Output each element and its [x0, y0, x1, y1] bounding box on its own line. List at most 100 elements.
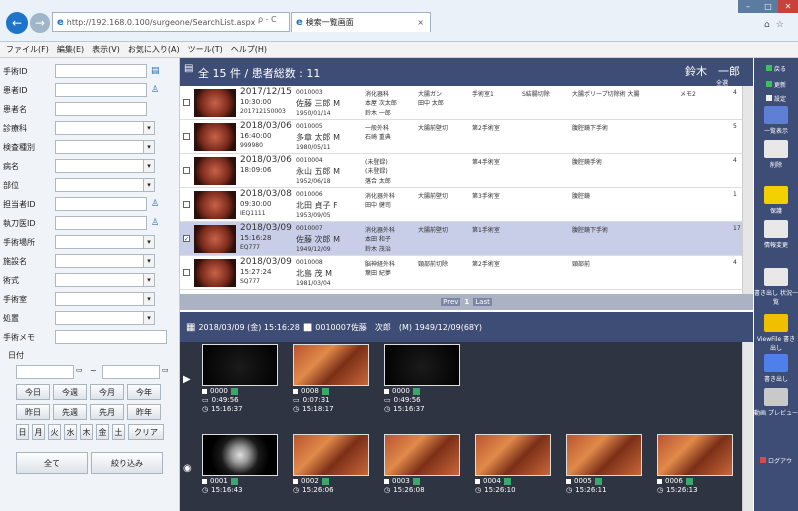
table-row[interactable]: 2018/03/09 15:27:24 SQ777 0010008 北島 茂 M 1981…	[180, 256, 742, 290]
address-controls[interactable]: ρ - C	[258, 15, 277, 24]
back-button[interactable]: ←	[6, 12, 28, 34]
select-box-icon[interactable]	[384, 388, 389, 394]
forward-button[interactable]: →	[30, 13, 50, 33]
photo-thumbnail[interactable]	[202, 434, 278, 476]
date-to-input[interactable]	[102, 365, 160, 379]
photo-thumbnail[interactable]	[566, 434, 642, 476]
video-card[interactable]: 0000 ▭ 0:49:56 ◷ 15:16:37	[202, 344, 280, 413]
tab-close-icon[interactable]: ×	[417, 18, 424, 27]
home-favorites-icons[interactable]: ⌂☆	[764, 20, 790, 30]
weekday-fri-button[interactable]: 金	[96, 424, 109, 440]
toolbar-item-export-status[interactable]: 書き出し 状況一覧	[754, 268, 798, 306]
row-thumbnail[interactable]	[194, 157, 236, 185]
person-icon[interactable]: ♙	[151, 217, 161, 229]
photo-card[interactable]: 0005 ◷ 15:26:11	[566, 434, 644, 494]
table-row[interactable]: 2018/03/06 16:40:00 999980 0010005 多章 太郎 M 19…	[180, 120, 742, 154]
search-list-icon[interactable]: ▤	[151, 65, 161, 77]
toolbar-item-trash[interactable]: 削除	[754, 140, 798, 169]
person-icon[interactable]: ♙	[151, 84, 161, 96]
select-box-icon[interactable]	[475, 478, 480, 484]
weekday-sun-button[interactable]: 日	[16, 424, 29, 440]
field-select[interactable]	[55, 159, 155, 173]
all-button[interactable]: 全て	[16, 452, 88, 474]
select-box-icon[interactable]	[202, 388, 207, 394]
person-icon[interactable]: ♙	[151, 198, 161, 210]
video-thumbnail[interactable]	[202, 344, 278, 386]
calendar-icon[interactable]: ▭	[162, 366, 169, 374]
today-button[interactable]: 今日	[16, 384, 50, 400]
row-thumbnail[interactable]	[194, 191, 236, 219]
field-input[interactable]	[55, 64, 147, 78]
row-thumbnail[interactable]	[194, 89, 236, 117]
photo-card[interactable]: 0003 ◷ 15:26:08	[384, 434, 462, 494]
close-icon[interactable]: ✕	[778, 0, 798, 13]
minimize-icon[interactable]: –	[738, 0, 758, 13]
maximize-icon[interactable]: □	[758, 0, 778, 13]
menu-help[interactable]: ヘルプ(H)	[231, 44, 267, 55]
weekday-tue-button[interactable]: 火	[48, 424, 61, 440]
photo-thumbnail[interactable]	[293, 434, 369, 476]
field-select[interactable]	[55, 254, 155, 268]
field-select[interactable]	[55, 178, 155, 192]
this-week-button[interactable]: 今週	[53, 384, 87, 400]
date-from-input[interactable]	[16, 365, 74, 379]
menu-tools[interactable]: ツール(T)	[188, 44, 223, 55]
toolbar-item-edit[interactable]: 情報変更	[754, 220, 798, 249]
video-thumbnail[interactable]	[293, 344, 369, 386]
table-row[interactable]: 2018/03/06 18:09:06 0010004 永山 五郎 M 1952/06/…	[180, 154, 742, 188]
media-scrollbar[interactable]	[742, 342, 753, 511]
field-input[interactable]	[55, 83, 147, 97]
toolbar-item-back[interactable]: 戻る	[754, 64, 798, 73]
field-select[interactable]	[55, 121, 155, 135]
menu-favorites[interactable]: お気に入り(A)	[128, 44, 180, 55]
toolbar-item-export[interactable]: 書き出し	[754, 354, 798, 383]
toolbar-item-video-preview[interactable]: 動画 プレビュー	[754, 388, 798, 417]
row-checkbox[interactable]	[183, 201, 190, 208]
filter-button[interactable]: 絞り込み	[91, 452, 163, 474]
table-row[interactable]: 2018/03/08 09:30:00 IEQ1111 0010006 北田 貞子 F 1…	[180, 188, 742, 222]
menu-view[interactable]: 表示(V)	[92, 44, 120, 55]
select-box-icon[interactable]	[293, 388, 298, 394]
this-month-button[interactable]: 今月	[90, 384, 124, 400]
field-input[interactable]	[55, 102, 147, 116]
field-input[interactable]	[55, 216, 147, 230]
row-checkbox[interactable]	[183, 133, 190, 140]
list-scrollbar[interactable]	[742, 86, 753, 294]
row-checkbox[interactable]	[183, 99, 190, 106]
row-thumbnail[interactable]	[194, 225, 236, 253]
yesterday-button[interactable]: 昨日	[16, 404, 50, 420]
last-year-button[interactable]: 昨年	[127, 404, 161, 420]
video-card[interactable]: 0000 ▭ 0:49:56 ◷ 15:16:37	[384, 344, 462, 413]
row-checkbox[interactable]: ✓	[183, 235, 190, 243]
field-select[interactable]	[55, 273, 155, 287]
last-week-button[interactable]: 先週	[53, 404, 87, 420]
field-select[interactable]	[55, 292, 155, 306]
photo-card[interactable]: 0006 ◷ 15:26:13	[657, 434, 735, 494]
weekday-thu-button[interactable]: 木	[80, 424, 93, 440]
field-select[interactable]	[55, 235, 155, 249]
toolbar-item-grid-view[interactable]: 一覧表示	[754, 106, 798, 135]
row-thumbnail[interactable]	[194, 123, 236, 151]
row-checkbox[interactable]	[183, 167, 190, 174]
photo-thumbnail[interactable]	[657, 434, 733, 476]
select-box-icon[interactable]	[202, 478, 207, 484]
video-card[interactable]: 0008 ▭ 0:07:31 ◷ 15:18:17	[293, 344, 371, 413]
field-select[interactable]	[55, 311, 155, 325]
this-year-button[interactable]: 今年	[127, 384, 161, 400]
select-box-icon[interactable]	[293, 478, 298, 484]
weekday-sat-button[interactable]: 土	[112, 424, 125, 440]
photo-thumbnail[interactable]	[475, 434, 551, 476]
table-row[interactable]: 2017/12/15 10:30:00 201712150003 0010003 佐藤 …	[180, 86, 742, 120]
toolbar-item-refresh[interactable]: 更新	[754, 80, 798, 89]
weekday-wed-button[interactable]: 水	[64, 424, 77, 440]
toolbar-item-logout[interactable]: ログアウ	[754, 456, 798, 465]
prev-page-button[interactable]: Prev	[441, 298, 461, 306]
table-row[interactable]: ✓ 2018/03/09 15:16:28 EQ777 0010007 佐藤 次郎 M 19…	[180, 222, 742, 256]
row-checkbox[interactable]	[183, 269, 190, 276]
weekday-mon-button[interactable]: 月	[32, 424, 45, 440]
field-input[interactable]	[55, 197, 147, 211]
photo-card[interactable]: 0001 ◷ 15:16:43	[202, 434, 280, 494]
calendar-icon[interactable]: ▭	[76, 366, 83, 374]
toolbar-item-viewfile[interactable]: ViewFile 書き出し	[754, 314, 798, 352]
address-bar[interactable]: e http://192.168.0.100/surgeone/SearchLis…	[52, 12, 290, 32]
